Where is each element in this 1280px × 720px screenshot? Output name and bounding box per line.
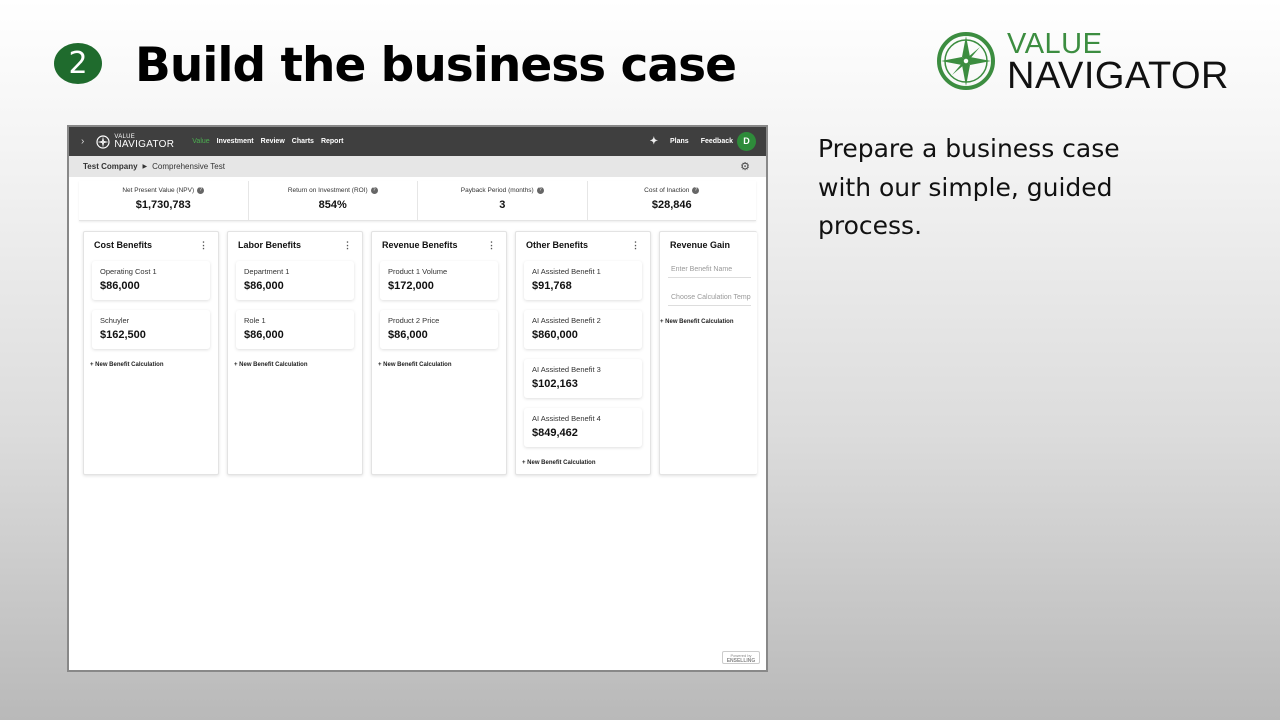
step-number-badge: 2: [54, 43, 102, 84]
benefit-name: Role 1: [244, 316, 266, 325]
benefit-name: AI Assisted Benefit 4: [532, 414, 601, 423]
metric-cost-of-inaction: Cost of Inaction? $28,846: [588, 181, 757, 220]
more-options-icon[interactable]: ⋮: [199, 240, 208, 251]
benefit-value: $86,000: [100, 280, 140, 292]
app-screenshot-window: › VALUE NAVIGATOR Value Investment Revie…: [67, 125, 768, 672]
metric-label: Return on Investment (ROI): [287, 187, 368, 195]
summary-metrics: Net Present Value (NPV)? $1,730,783 Retu…: [79, 181, 756, 221]
benefit-name: Product 2 Price: [388, 316, 440, 325]
metric-value: $28,846: [651, 199, 692, 212]
breadcrumb: Test Company ▶ Comprehensive Test ⚙: [69, 156, 766, 177]
nav-review[interactable]: Review: [261, 138, 285, 145]
benefit-value: $91,768: [532, 280, 572, 292]
app-logo-line2: NAVIGATOR: [114, 138, 175, 150]
column-cost-benefits: Cost Benefits ⋮ Operating Cost 1 $86,000 …: [83, 231, 219, 475]
slide-title: Build the business case: [135, 38, 737, 93]
help-icon[interactable]: ?: [536, 187, 544, 194]
calculation-template-select[interactable]: Choose Calculation Templ: [668, 290, 751, 306]
benefit-value: $102,163: [532, 378, 578, 390]
benefit-name: Department 1: [244, 267, 290, 276]
benefit-value: $849,462: [532, 427, 578, 439]
breadcrumb-company[interactable]: Test Company: [83, 162, 138, 171]
new-benefit-calculation-link[interactable]: + New Benefit Calculation: [522, 460, 644, 466]
benefit-card[interactable]: Role 1 $86,000: [236, 310, 354, 349]
more-options-icon[interactable]: ⋮: [343, 240, 352, 251]
benefit-card[interactable]: Schuyler $162,500: [92, 310, 210, 349]
benefit-card[interactable]: AI Assisted Benefit 4 $849,462: [524, 408, 642, 447]
more-options-icon[interactable]: ⋮: [487, 240, 496, 251]
help-icon[interactable]: ?: [370, 187, 378, 194]
column-title: Other Benefits: [526, 240, 589, 250]
plans-link[interactable]: Plans: [670, 138, 689, 145]
metric-value: 3: [499, 199, 506, 212]
magic-wand-icon[interactable]: ✦: [650, 136, 658, 147]
benefit-name: AI Assisted Benefit 3: [532, 365, 601, 374]
expand-sidebar-icon[interactable]: ›: [81, 136, 84, 147]
app-logo[interactable]: VALUE NAVIGATOR: [96, 134, 174, 150]
new-benefit-calculation-link[interactable]: + New Benefit Calculation: [660, 319, 751, 325]
column-title: Revenue Benefits: [382, 240, 458, 250]
gear-icon[interactable]: ⚙: [740, 160, 750, 173]
nav-charts[interactable]: Charts: [292, 138, 314, 145]
column-revenue-benefits: Revenue Benefits ⋮ Product 1 Volume $172,…: [371, 231, 507, 475]
benefit-name: AI Assisted Benefit 2: [532, 316, 601, 325]
column-other-benefits: Other Benefits ⋮ AI Assisted Benefit 1 $9…: [515, 231, 651, 475]
metric-value: 854%: [318, 199, 347, 212]
benefit-columns: Cost Benefits ⋮ Operating Cost 1 $86,000 …: [83, 231, 757, 475]
slide-description: Prepare a business case with our simple,…: [818, 134, 1120, 240]
benefit-value: $860,000: [532, 329, 578, 341]
benefit-card[interactable]: Department 1 $86,000: [236, 261, 354, 300]
app-top-navbar: › VALUE NAVIGATOR Value Investment Revie…: [69, 127, 766, 156]
benefit-value: $86,000: [388, 329, 428, 341]
main-nav: Value Investment Review Charts Report: [192, 138, 343, 145]
benefit-name: Product 1 Volume: [388, 267, 448, 276]
compass-icon: [937, 32, 995, 90]
benefit-card[interactable]: Product 2 Price $86,000: [380, 310, 498, 349]
breadcrumb-project[interactable]: Comprehensive Test: [152, 162, 225, 171]
column-labor-benefits: Labor Benefits ⋮ Department 1 $86,000 Rol…: [227, 231, 363, 475]
nav-value[interactable]: Value: [192, 138, 209, 145]
benefit-value: $172,000: [388, 280, 434, 292]
nav-report[interactable]: Report: [321, 138, 344, 145]
more-options-icon[interactable]: ⋮: [631, 240, 640, 251]
brand-logo: VALUE NAVIGATOR: [935, 28, 1255, 97]
metric-roi: Return on Investment (ROI)? 854%: [249, 181, 418, 220]
powered-by-brand: ENSELLING: [726, 658, 756, 664]
caret-right-icon: ▶: [142, 164, 148, 170]
new-benefit-calculation-link[interactable]: + New Benefit Calculation: [378, 362, 500, 368]
nav-investment[interactable]: Investment: [217, 138, 254, 145]
user-avatar[interactable]: D: [737, 132, 756, 151]
powered-by-badge: Powered by ENSELLING: [722, 651, 760, 664]
help-icon[interactable]: ?: [692, 187, 700, 194]
benefit-value: $162,500: [100, 329, 146, 341]
column-title: Cost Benefits: [94, 240, 153, 250]
column-title: Labor Benefits: [238, 240, 302, 250]
benefit-name: Operating Cost 1: [100, 267, 157, 276]
benefit-value: $86,000: [244, 329, 284, 341]
benefit-card[interactable]: AI Assisted Benefit 1 $91,768: [524, 261, 642, 300]
new-benefit-calculation-link[interactable]: + New Benefit Calculation: [234, 362, 356, 368]
help-icon[interactable]: ?: [197, 187, 205, 194]
benefit-name: Schuyler: [100, 316, 130, 325]
metric-npv: Net Present Value (NPV)? $1,730,783: [79, 181, 249, 220]
new-benefit-calculation-link[interactable]: + New Benefit Calculation: [90, 362, 212, 368]
benefit-value: $86,000: [244, 280, 284, 292]
benefit-card[interactable]: Operating Cost 1 $86,000: [92, 261, 210, 300]
compass-icon: [96, 134, 110, 149]
metric-value: $1,730,783: [135, 199, 191, 212]
benefit-card[interactable]: Product 1 Volume $172,000: [380, 261, 498, 300]
metric-label: Net Present Value (NPV): [122, 187, 195, 195]
benefit-name-input[interactable]: Enter Benefit Name: [668, 262, 751, 278]
benefit-card[interactable]: AI Assisted Benefit 3 $102,163: [524, 359, 642, 398]
benefit-name: AI Assisted Benefit 1: [532, 267, 601, 276]
column-title: Revenue Gain: [670, 240, 731, 250]
column-revenue-gain: Revenue Gain Enter Benefit Name Choose C…: [659, 231, 757, 475]
feedback-link[interactable]: Feedback: [701, 138, 733, 145]
metric-label: Payback Period (months): [460, 187, 534, 195]
brand-wordmark-bottom: NAVIGATOR: [1007, 55, 1229, 97]
top-right-actions: ✦ Plans Feedback D: [650, 132, 756, 151]
metric-label: Cost of Inaction: [644, 187, 690, 195]
benefit-card[interactable]: AI Assisted Benefit 2 $860,000: [524, 310, 642, 349]
metric-payback: Payback Period (months)? 3: [418, 181, 588, 220]
